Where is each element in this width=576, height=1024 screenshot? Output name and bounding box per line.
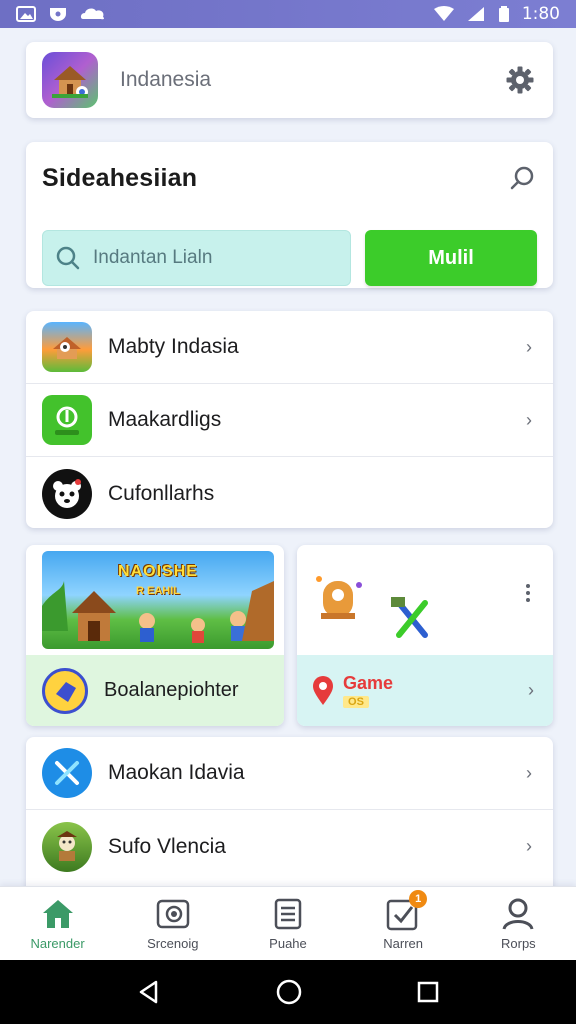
cross-swords-icon bbox=[42, 748, 92, 798]
search-icon[interactable] bbox=[509, 164, 537, 192]
camera-icon bbox=[155, 896, 191, 932]
gear-icon bbox=[506, 66, 534, 94]
nav-label: Narren bbox=[383, 936, 424, 951]
app-list-2: Maokan Idavia › Sufo Vlencia › bbox=[26, 737, 553, 897]
nav-item-profile[interactable]: Rorps bbox=[468, 896, 568, 951]
home-circle-icon[interactable] bbox=[275, 978, 303, 1006]
nav-label: Narender bbox=[30, 936, 85, 951]
tile-right-footer: Game OS › bbox=[297, 655, 553, 726]
bottom-navigation: Narender Srcenoig Puahe 1 Narren Rorps bbox=[0, 886, 576, 960]
settings-button[interactable] bbox=[503, 63, 537, 97]
status-time: 1:80 bbox=[521, 4, 560, 24]
profile-icon bbox=[500, 896, 536, 932]
signal-icon bbox=[467, 7, 484, 21]
wifi-icon bbox=[433, 6, 454, 21]
list-item-label: Mabty Indasia bbox=[108, 335, 239, 358]
cloud-icon bbox=[80, 8, 105, 20]
badge-app-icon bbox=[42, 667, 88, 714]
notification-badge: 1 bbox=[409, 890, 428, 908]
list-item-label: Sufo Vlencia bbox=[108, 834, 226, 858]
battery-icon bbox=[498, 6, 509, 22]
status-bar: 1:80 bbox=[0, 0, 576, 28]
list-item-label: Cufonllarhs bbox=[108, 481, 215, 505]
game-banner-image: NAOISHE R EAHIL bbox=[42, 551, 274, 649]
nav-label: Rorps bbox=[501, 936, 536, 951]
tasks-icon: 1 bbox=[385, 890, 428, 932]
tools-illustration-icon bbox=[316, 576, 428, 638]
search-placeholder: Indantan Lialn bbox=[93, 247, 213, 268]
nav-label: Srcenoig bbox=[147, 936, 199, 951]
search-input-icon bbox=[56, 246, 80, 270]
list-item[interactable]: Mabty Indasia › bbox=[26, 311, 553, 384]
gallery-icon bbox=[16, 6, 36, 22]
chevron-right-icon: › bbox=[526, 336, 532, 357]
leaf-app-icon bbox=[42, 395, 92, 445]
notes-icon bbox=[270, 896, 306, 932]
tile-left-label: Boalanepiohter bbox=[104, 679, 239, 701]
list-item[interactable]: Maokan Idavia › bbox=[26, 737, 553, 810]
chevron-right-icon: › bbox=[526, 836, 532, 856]
character-icon bbox=[42, 821, 92, 872]
nav-item-notes[interactable]: Puahe bbox=[238, 896, 338, 951]
search-card: Sideahesiian Indantan Lialn Mulil bbox=[26, 142, 553, 288]
chevron-right-icon: › bbox=[526, 409, 532, 430]
shield-icon bbox=[50, 8, 66, 21]
list-item[interactable]: Cufonllarhs bbox=[26, 457, 553, 530]
search-input[interactable]: Indantan Lialn bbox=[42, 230, 351, 286]
game-sub-badge: OS bbox=[343, 696, 369, 708]
recents-icon[interactable] bbox=[416, 980, 440, 1004]
chevron-right-icon[interactable]: › bbox=[523, 680, 539, 700]
featured-tile-left[interactable]: NAOISHE R EAHIL Boalanepiohter bbox=[26, 545, 284, 726]
panda-icon bbox=[42, 468, 92, 519]
back-icon[interactable] bbox=[136, 979, 162, 1005]
featured-tile-right[interactable]: Game OS › bbox=[297, 545, 553, 726]
list-item-label: Maokan Idavia bbox=[108, 761, 245, 784]
nav-label: Puahe bbox=[269, 936, 307, 951]
list-item-label: Maakardligs bbox=[108, 408, 222, 431]
app-header: Indanesia bbox=[26, 42, 553, 118]
game-hut-icon bbox=[42, 322, 92, 372]
app-list-1: Mabty Indasia › Maakardligs › Cufonllarh… bbox=[26, 311, 553, 528]
home-icon bbox=[40, 896, 76, 932]
app-title: Indanesia bbox=[120, 68, 212, 91]
search-card-title: Sideahesiian bbox=[42, 163, 198, 192]
location-pin-icon bbox=[313, 675, 333, 705]
system-navigation-bar bbox=[0, 960, 576, 1024]
list-item[interactable]: Maakardligs › bbox=[26, 384, 553, 457]
nav-item-home[interactable]: Narender bbox=[8, 896, 108, 951]
nav-item-camera[interactable]: Srcenoig bbox=[123, 896, 223, 951]
more-options-icon[interactable] bbox=[523, 583, 533, 603]
list-item[interactable]: Sufo Vlencia › bbox=[26, 810, 553, 883]
search-submit-button[interactable]: Mulil bbox=[365, 230, 537, 286]
app-logo-icon bbox=[42, 52, 98, 108]
chevron-right-icon: › bbox=[526, 762, 532, 783]
nav-item-tasks[interactable]: 1 Narren bbox=[353, 890, 453, 951]
tile-left-footer: Boalanepiohter bbox=[26, 655, 284, 726]
game-label: Game bbox=[343, 673, 394, 693]
